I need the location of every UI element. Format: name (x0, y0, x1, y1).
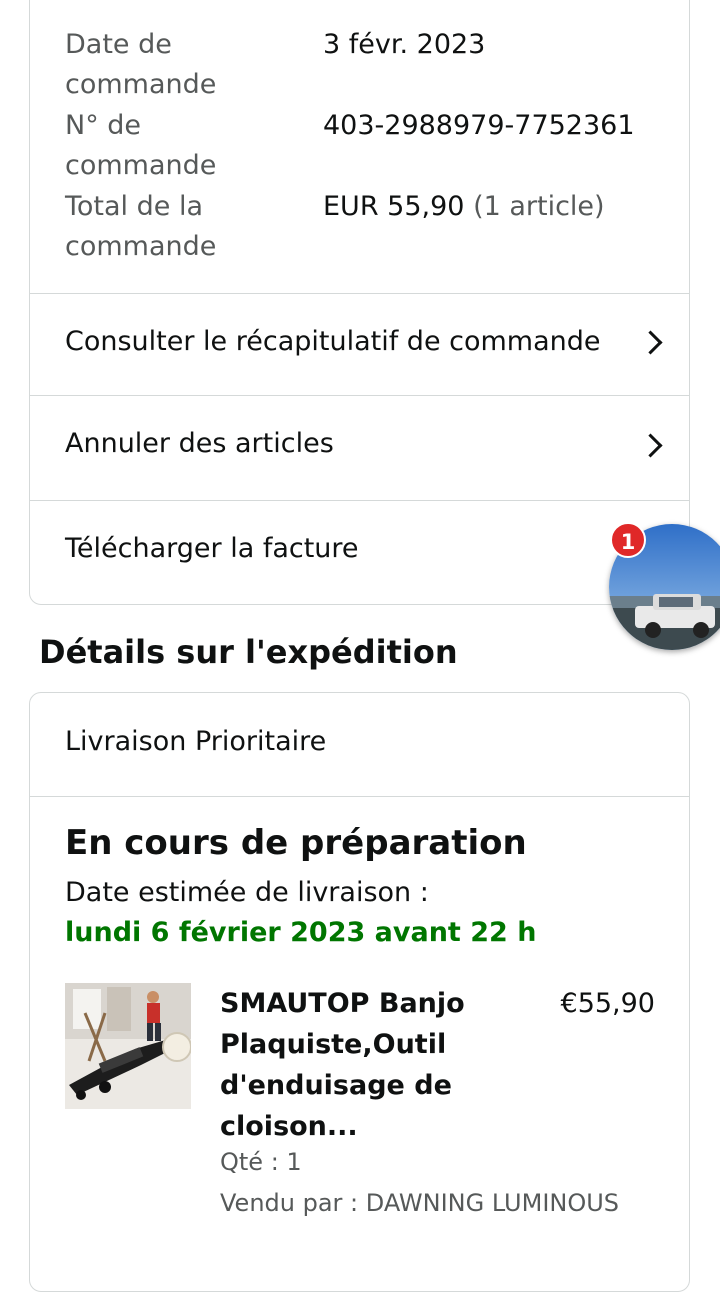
product-thumbnail[interactable] (65, 983, 191, 1109)
chevron-right-icon (638, 433, 663, 458)
shipping-method: Livraison Prioritaire (65, 726, 327, 757)
shipping-method-row: Livraison Prioritaire (30, 693, 689, 796)
order-total-label: Total de la commande (65, 191, 217, 262)
cancel-items-row[interactable]: Annuler des articles (30, 396, 689, 500)
notification-badge: 1 (610, 522, 646, 558)
product-seller: Vendu par : DAWNING LUMINOUS (220, 1189, 620, 1217)
download-invoice-label: Télécharger la facture (65, 533, 359, 564)
view-summary-row[interactable]: Consulter le récapitulatif de commande (30, 294, 689, 395)
shipping-card: Livraison Prioritaire En cours de prépar… (29, 692, 690, 1292)
product-title[interactable]: SMAUTOP Banjo Plaquiste,Outil d'enduisag… (220, 983, 510, 1147)
order-total-value: EUR 55,90 (1 article) (323, 187, 605, 227)
divider (30, 796, 689, 797)
download-invoice-row[interactable]: Télécharger la facture (30, 501, 689, 605)
estimated-delivery-label: Date estimée de livraison : (65, 877, 429, 908)
order-number-label: N° de commande (65, 110, 217, 181)
product-image (65, 983, 191, 1109)
product-price: €55,90 (560, 988, 655, 1019)
estimated-delivery-date: lundi 6 février 2023 avant 22 h (65, 917, 537, 948)
order-date-value: 3 févr. 2023 (323, 29, 486, 60)
order-number-value: 403-2988979-7752361 (323, 110, 635, 141)
shipment-status: En cours de préparation (65, 823, 527, 863)
cancel-items-label: Annuler des articles (65, 428, 334, 459)
view-summary-label: Consulter le récapitulatif de commande (65, 326, 601, 357)
order-item-count: (1 article) (473, 191, 605, 222)
order-date-label: Date de commande (65, 29, 217, 100)
shipping-section-title: Détails sur l'expédition (39, 633, 458, 671)
order-summary-card: Date de commande 3 févr. 2023 N° de comm… (29, 0, 690, 605)
order-total-amount: EUR 55,90 (323, 191, 465, 222)
chevron-right-icon (638, 330, 663, 355)
product-quantity: Qté : 1 (220, 1148, 302, 1176)
